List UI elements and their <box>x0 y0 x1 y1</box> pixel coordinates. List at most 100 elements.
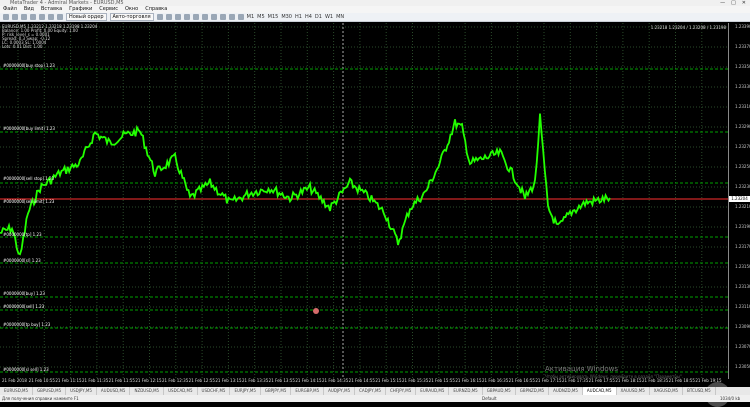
price-axis-label: 1.23090 <box>735 324 750 329</box>
terminal-icon[interactable] <box>48 14 54 20</box>
data-window-icon[interactable] <box>30 14 36 20</box>
chart-tab[interactable]: GBPNZD,M5 <box>516 387 550 395</box>
menu-view[interactable]: Вид <box>24 6 34 13</box>
timeframe-m30[interactable]: M30 <box>281 14 292 20</box>
horizontal-line-icon[interactable] <box>219 14 226 20</box>
profiles-icon[interactable] <box>12 14 18 20</box>
price-axis-label: 1.23370 <box>735 44 750 49</box>
price-axis-label: 1.23110 <box>735 304 750 309</box>
time-axis-label: 21 Feb 12:35 <box>162 378 189 383</box>
new-chart-icon[interactable] <box>3 14 9 20</box>
chart-tab[interactable]: EURJPY,M5 <box>230 387 261 395</box>
bar-chart-icon[interactable] <box>156 14 163 20</box>
timeframe-mn[interactable]: MN <box>336 14 344 20</box>
navigator-icon[interactable] <box>39 14 45 20</box>
chart-tab[interactable]: EURGBP,M5 <box>291 387 325 395</box>
time-axis-label: 21 Feb 11:55 <box>108 378 135 383</box>
timeframe-m5[interactable]: M5 <box>257 14 265 20</box>
market-watch-icon[interactable] <box>21 14 27 20</box>
price-chart[interactable]: 1.23390 1.23370 1.23350 1.23330 1.23310 1.232… <box>0 23 750 407</box>
price-axis-label: 1.23390 <box>735 24 750 29</box>
chart-tab[interactable]: EURUSD,M5 <box>0 387 34 395</box>
price-axis-label: 1.23170 <box>735 244 750 249</box>
time-axis-label: 21 Feb 13:55 <box>268 378 295 383</box>
candlestick-icon[interactable] <box>165 14 172 20</box>
windows-activation-title: Активация Windows <box>545 365 619 373</box>
zoom-in-icon[interactable] <box>183 14 190 20</box>
level-label: #0000000[buy] 1.23 <box>3 291 45 296</box>
menu-charts[interactable]: Графики <box>69 6 92 13</box>
menu-insert[interactable]: Вставка <box>41 6 62 13</box>
chart-tab[interactable]: BTCUSD,M5 <box>683 387 716 395</box>
chart-tab[interactable]: EURAUD,M5 <box>416 387 450 395</box>
windows-activation-text: Чтобы активировать Windows, перейдите в … <box>545 374 684 379</box>
time-axis-label: 21 Feb 12:15 <box>135 378 162 383</box>
status-profile: Default <box>482 396 497 401</box>
chart-tab[interactable]: AUDCAD,M5 <box>582 387 617 395</box>
time-axis-label: 21 Feb 13:35 <box>242 378 269 383</box>
strategy-tester-icon[interactable] <box>57 14 63 20</box>
fibonacci-icon[interactable] <box>237 14 244 20</box>
vertical-line-icon[interactable] <box>210 14 217 20</box>
timeframe-w1[interactable]: W1 <box>325 14 333 20</box>
timeframe-h1[interactable]: H1 <box>295 14 302 20</box>
menu-tools[interactable]: Сервис <box>99 6 118 13</box>
level-label: #0000000[buy stop] 1.23 <box>3 63 55 68</box>
level-label: #0000000[sell stop] 1.23 <box>3 176 55 181</box>
time-axis-label: 21 Feb 14:15 <box>295 378 322 383</box>
chart-canvas[interactable] <box>0 23 750 387</box>
chart-tab[interactable]: AUDJPY,M5 <box>324 387 356 395</box>
chart-tab[interactable]: XAGUSD,M5 <box>650 387 684 395</box>
chart-tab[interactable]: CADJPY,M5 <box>355 387 386 395</box>
zoom-out-icon[interactable] <box>192 14 199 20</box>
autotrading-button[interactable]: Авто-торговля <box>109 13 154 21</box>
mouse-cursor-marker <box>313 308 319 314</box>
time-axis-label: 21 Feb 18:35 <box>642 378 669 383</box>
toolbar: Новый ордер Авто-торговля M1 M5 M15 M30 … <box>0 13 750 22</box>
line-chart-icon[interactable] <box>174 14 181 20</box>
timeframe-m15[interactable]: M15 <box>268 14 279 20</box>
price-axis-label: 1.23150 <box>735 264 750 269</box>
current-price-flag: 1.23204 <box>729 196 750 202</box>
chart-tab[interactable]: USDJPY,M5 <box>66 387 97 395</box>
price-axis-label: 1.23350 <box>735 64 750 69</box>
price-axis-label: 1.23330 <box>735 84 750 89</box>
timeframe-h4[interactable]: H4 <box>305 14 312 20</box>
chart-tab[interactable]: CHFJPY,M5 <box>386 387 417 395</box>
menu-bar: Файл Вид Вставка Графики Сервис Окно Спр… <box>0 6 750 13</box>
time-axis-label: 21 Feb 14:35 <box>322 378 349 383</box>
chart-tab[interactable]: AUDNZD,M5 <box>549 387 583 395</box>
time-axis-label: 21 Feb 17:35 <box>562 378 589 383</box>
menu-window[interactable]: Окно <box>125 6 138 13</box>
time-axis-label: 21 Feb 10:55 <box>28 378 55 383</box>
chart-tab[interactable]: USDCAD,M5 <box>164 387 198 395</box>
chart-tab[interactable]: AUDUSD,M5 <box>97 387 131 395</box>
status-traffic: 1034/0 kb <box>720 396 741 401</box>
chart-tabs: EURUSD,M5 GBPUSD,M5 USDJPY,M5 AUDUSD,M5 NZDU… <box>0 387 750 395</box>
timeframe-d1[interactable]: D1 <box>315 14 322 20</box>
chart-top-right-info: 1.23218 1.23204 / 1.23208 / 1.23198 <box>650 25 726 30</box>
time-axis-label: 21 Feb 11:15 <box>55 378 82 383</box>
time-axis-label: 21 Feb 16:55 <box>508 378 535 383</box>
trendline-icon[interactable] <box>228 14 235 20</box>
price-axis-label: 1.23130 <box>735 284 750 289</box>
crosshair-icon[interactable] <box>201 14 208 20</box>
chart-tab[interactable]: XAUUSD,M5 <box>617 387 650 395</box>
chart-tab[interactable]: EURNZD,M5 <box>449 387 483 395</box>
level-label: #0000000[sell] 1.23 <box>3 304 45 309</box>
new-order-button[interactable]: Новый ордер <box>66 13 107 21</box>
chart-tab[interactable]: USDCHF,M5 <box>198 387 231 395</box>
chart-tab[interactable]: NZDUSD,M5 <box>130 387 165 395</box>
menu-help[interactable]: Справка <box>145 6 167 13</box>
level-label: #0000000[sl] 1.23 <box>3 258 41 263</box>
chart-tab[interactable]: GBPJPY,M5 <box>261 387 292 395</box>
timeframe-m1[interactable]: M1 <box>247 14 255 20</box>
price-axis-label: 1.23230 <box>735 184 750 189</box>
price-series-line <box>0 113 611 256</box>
chart-tab[interactable]: GBPAUD,M5 <box>483 387 516 395</box>
level-label: #0000000[buy limit] 1.23 <box>3 126 55 131</box>
chart-tab[interactable]: GBPUSD,M5 <box>33 387 67 395</box>
menu-file[interactable]: Файл <box>3 6 17 13</box>
price-axis-label: 1.23050 <box>735 364 750 369</box>
time-axis-label: 21 Feb 16:35 <box>482 378 509 383</box>
